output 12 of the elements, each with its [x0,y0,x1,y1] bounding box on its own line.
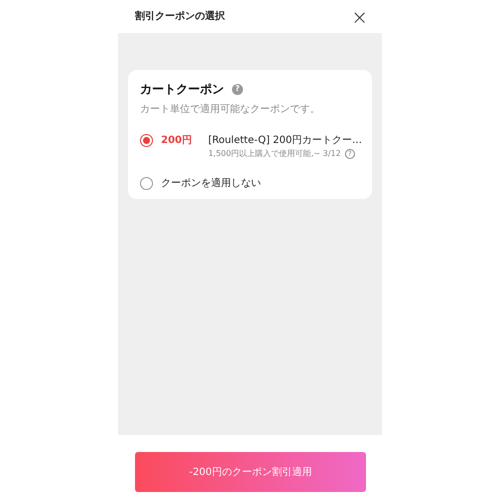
option-label: 200円 [161,134,193,148]
help-icon[interactable]: ? [232,84,243,94]
section-title: カートクーポン [140,81,224,98]
section-description: カート単位で適用可能なクーポンです。 [140,102,321,117]
radio-button[interactable] [140,134,153,147]
apply-coupon-button[interactable]: -200円のクーポン割引適用 [135,452,366,492]
close-button[interactable]: × [351,6,368,26]
radio-button[interactable] [140,177,153,190]
dialog-title: 割引クーポンの選択 [135,10,225,24]
option-label: クーポンを適用しない [161,176,261,191]
coupon-title: [Roulette-Q] 200円カートクー… [208,134,362,148]
coupon-condition: 1,500円以上購入で使用可能,~ 3/12 [208,148,341,160]
